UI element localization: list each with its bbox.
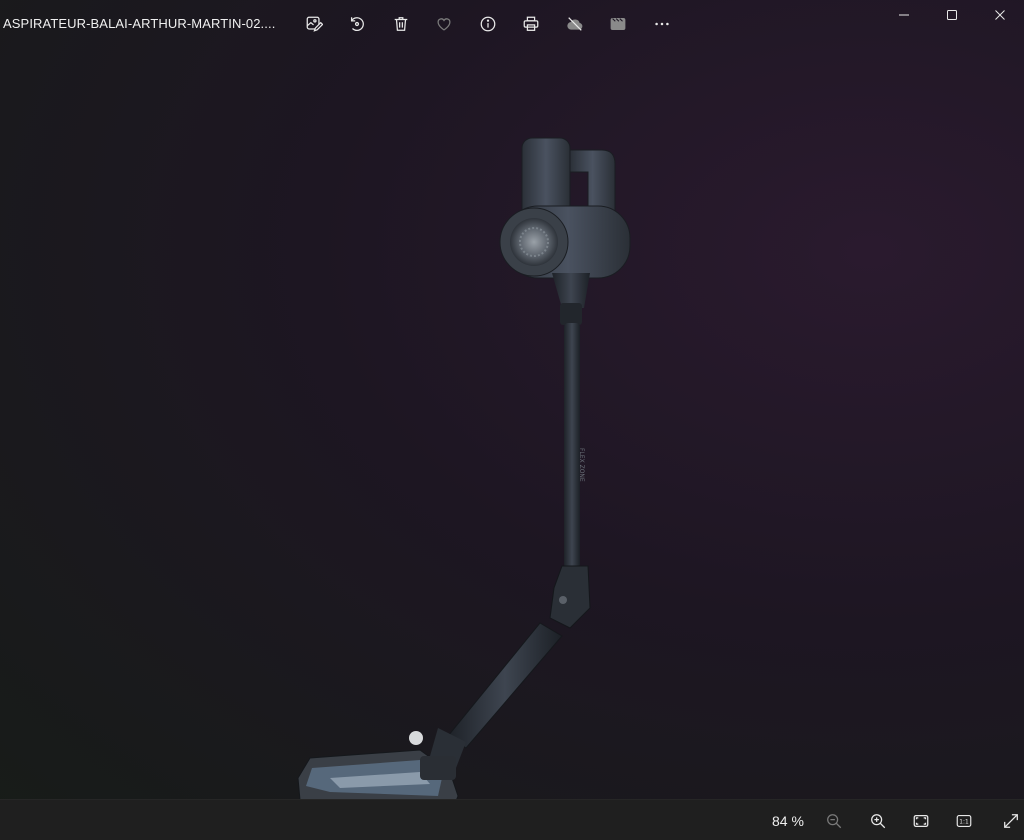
file-title: ASPIRATEUR-BALAI-ARTHUR-MARTIN-02.... <box>3 16 276 31</box>
actual-size-button[interactable]: 1:1 <box>953 810 975 832</box>
actual-size-label: 1:1 <box>959 820 969 826</box>
vacuum-photo: FLEX ZONE <box>297 137 631 824</box>
window-controls <box>880 0 1024 30</box>
favorite-button[interactable] <box>423 10 467 38</box>
minimize-button[interactable] <box>880 0 928 30</box>
file-info-button[interactable] <box>466 10 510 38</box>
toolbar <box>292 10 684 38</box>
title-bar: ASPIRATEUR-BALAI-ARTHUR-MARTIN-02.... <box>0 0 1024 48</box>
fit-window-icon <box>913 814 929 828</box>
more-button[interactable] <box>640 10 684 38</box>
print-button[interactable] <box>510 10 554 38</box>
close-button[interactable] <box>976 0 1024 30</box>
zoom-level-text: 84 % <box>772 813 804 829</box>
slideshow-icon <box>610 17 626 31</box>
image-viewer[interactable]: FLEX ZONE <box>0 48 1024 824</box>
edit-image-icon <box>306 16 323 32</box>
zoom-out-button[interactable] <box>823 810 845 832</box>
full-screen-button[interactable] <box>1000 810 1022 832</box>
printer-icon <box>523 16 539 31</box>
maximize-icon <box>947 10 957 20</box>
rotate-icon <box>351 17 365 31</box>
zoom-in-icon <box>871 814 886 829</box>
cloud-button[interactable] <box>553 10 597 38</box>
heart-icon <box>437 18 451 31</box>
expand-icon <box>1004 814 1018 828</box>
minimize-icon <box>899 14 909 16</box>
fit-to-window-button[interactable] <box>910 810 932 832</box>
rotate-button[interactable] <box>336 10 380 38</box>
svg-text:FLEX ZONE: FLEX ZONE <box>578 448 585 482</box>
maximize-button[interactable] <box>928 0 976 30</box>
photos-app-window: ASPIRATEUR-BALAI-ARTHUR-MARTIN-02.... FL… <box>0 0 1024 840</box>
delete-button[interactable] <box>379 10 423 38</box>
actual-size-icon: 1:1 <box>956 815 972 827</box>
cloud-off-icon <box>567 17 583 31</box>
edit-image-button[interactable] <box>292 10 336 38</box>
more-icon <box>655 22 669 26</box>
trash-icon <box>394 17 408 31</box>
zoom-out-icon <box>827 814 842 829</box>
slideshow-button[interactable] <box>597 10 641 38</box>
status-bar: 84 % 1:1 <box>0 799 1024 840</box>
close-icon <box>995 10 1005 20</box>
zoom-in-button[interactable] <box>867 810 889 832</box>
info-icon <box>480 16 496 32</box>
